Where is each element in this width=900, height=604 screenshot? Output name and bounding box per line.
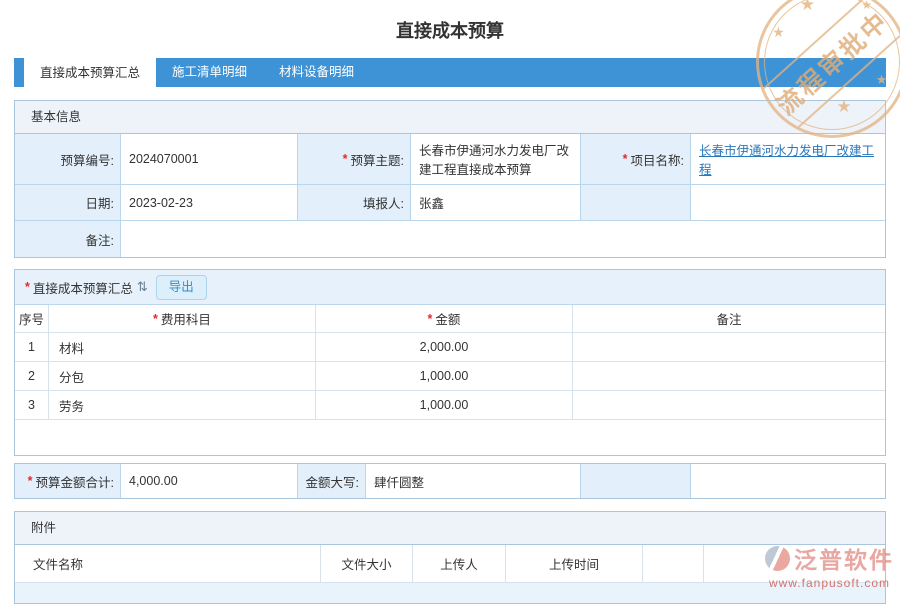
col-header-empty (643, 545, 704, 583)
summary-section-title: 直接成本预算汇总 (33, 278, 133, 297)
amount-in-words-label: 金额大写: (298, 464, 366, 498)
reporter-value: 张鑫 (411, 185, 581, 221)
row-no: 3 (15, 391, 49, 420)
sort-icon[interactable]: ⇅ (137, 279, 148, 295)
export-button[interactable]: 导出 (156, 275, 207, 300)
col-header-no: 序号 (15, 305, 49, 333)
summary-empty-area (15, 420, 885, 455)
attachments-empty-area (15, 583, 885, 603)
col-header-file-name: 文件名称 (15, 545, 321, 583)
project-name-cell: 长春市伊通河水力发电厂改建工程 (691, 134, 885, 185)
row-remark (573, 362, 885, 391)
col-header-empty (704, 545, 885, 583)
summary-header-row: 序号 *费用科目 *金额 备注 (15, 305, 885, 333)
col-header-file-size: 文件大小 (321, 545, 413, 583)
totals-row: *预算金额合计: 4,000.00 金额大写: 肆仟圆整 (14, 463, 886, 499)
budget-no-label: 预算编号: (15, 134, 121, 185)
budget-subject-label: *预算主题: (298, 134, 411, 185)
project-name-label: *项目名称: (581, 134, 691, 185)
col-header-remark: 备注 (573, 305, 885, 333)
row-amount: 1,000.00 (316, 362, 573, 391)
page-title: 直接成本预算 (0, 0, 900, 44)
col-header-upload-time: 上传时间 (506, 545, 643, 583)
required-mark: * (343, 152, 348, 166)
table-row: 1 材料 2,000.00 (15, 333, 885, 362)
col-header-amount: *金额 (316, 305, 573, 333)
col-header-subject: *费用科目 (49, 305, 316, 333)
remark-label: 备注: (15, 221, 121, 257)
summary-section: * 直接成本预算汇总 ⇅ 导出 序号 *费用科目 *金额 备注 1 材料 2,0… (14, 269, 886, 456)
empty-value-cell (691, 464, 885, 498)
basic-info-section: 基本信息 预算编号: 2024070001 *预算主题: 长春市伊通河水力发电厂… (14, 100, 886, 258)
date-value: 2023-02-23 (121, 185, 298, 221)
attachments-section: 附件 文件名称 文件大小 上传人 上传时间 (14, 511, 886, 604)
attachments-header-row: 文件名称 文件大小 上传人 上传时间 (15, 545, 885, 583)
basic-info-row-3: 备注: (15, 221, 885, 257)
row-remark (573, 391, 885, 420)
tab-direct-cost-summary[interactable]: 直接成本预算汇总 (24, 58, 156, 93)
table-row: 3 劳务 1,000.00 (15, 391, 885, 420)
basic-info-section-title: 基本信息 (15, 101, 885, 134)
empty-label-cell (581, 464, 691, 498)
total-amount-value: 4,000.00 (121, 464, 298, 498)
row-no: 1 (15, 333, 49, 362)
basic-info-row-2: 日期: 2023-02-23 填报人: 张鑫 (15, 185, 885, 221)
basic-info-row-1: 预算编号: 2024070001 *预算主题: 长春市伊通河水力发电厂改建工程直… (15, 134, 885, 185)
date-label: 日期: (15, 185, 121, 221)
row-subject: 材料 (49, 333, 316, 362)
required-mark: * (428, 312, 433, 326)
row-remark (573, 333, 885, 362)
table-row: 2 分包 1,000.00 (15, 362, 885, 391)
empty-label-cell (581, 185, 691, 221)
col-header-uploader: 上传人 (413, 545, 506, 583)
remark-value (121, 221, 885, 257)
required-mark: * (28, 474, 33, 488)
tab-construction-list-detail[interactable]: 施工清单明细 (156, 58, 263, 87)
row-amount: 2,000.00 (316, 333, 573, 362)
total-amount-label: *预算金额合计: (15, 464, 121, 498)
row-no: 2 (15, 362, 49, 391)
required-mark: * (25, 280, 30, 294)
empty-value-cell (691, 185, 885, 221)
reporter-label: 填报人: (298, 185, 411, 221)
tab-bar: 直接成本预算汇总 施工清单明细 材料设备明细 (14, 58, 886, 87)
row-subject: 劳务 (49, 391, 316, 420)
project-name-link[interactable]: 长春市伊通河水力发电厂改建工程 (699, 140, 879, 178)
budget-subject-value: 长春市伊通河水力发电厂改建工程直接成本预算 (411, 134, 581, 185)
row-amount: 1,000.00 (316, 391, 573, 420)
amount-in-words-value: 肆仟圆整 (366, 464, 581, 498)
row-subject: 分包 (49, 362, 316, 391)
required-mark: * (153, 312, 158, 326)
summary-toolbar: * 直接成本预算汇总 ⇅ 导出 (15, 270, 885, 305)
attachments-section-title: 附件 (15, 512, 885, 545)
tab-material-equipment-detail[interactable]: 材料设备明细 (263, 58, 370, 87)
budget-no-value: 2024070001 (121, 134, 298, 185)
required-mark: * (623, 152, 628, 166)
